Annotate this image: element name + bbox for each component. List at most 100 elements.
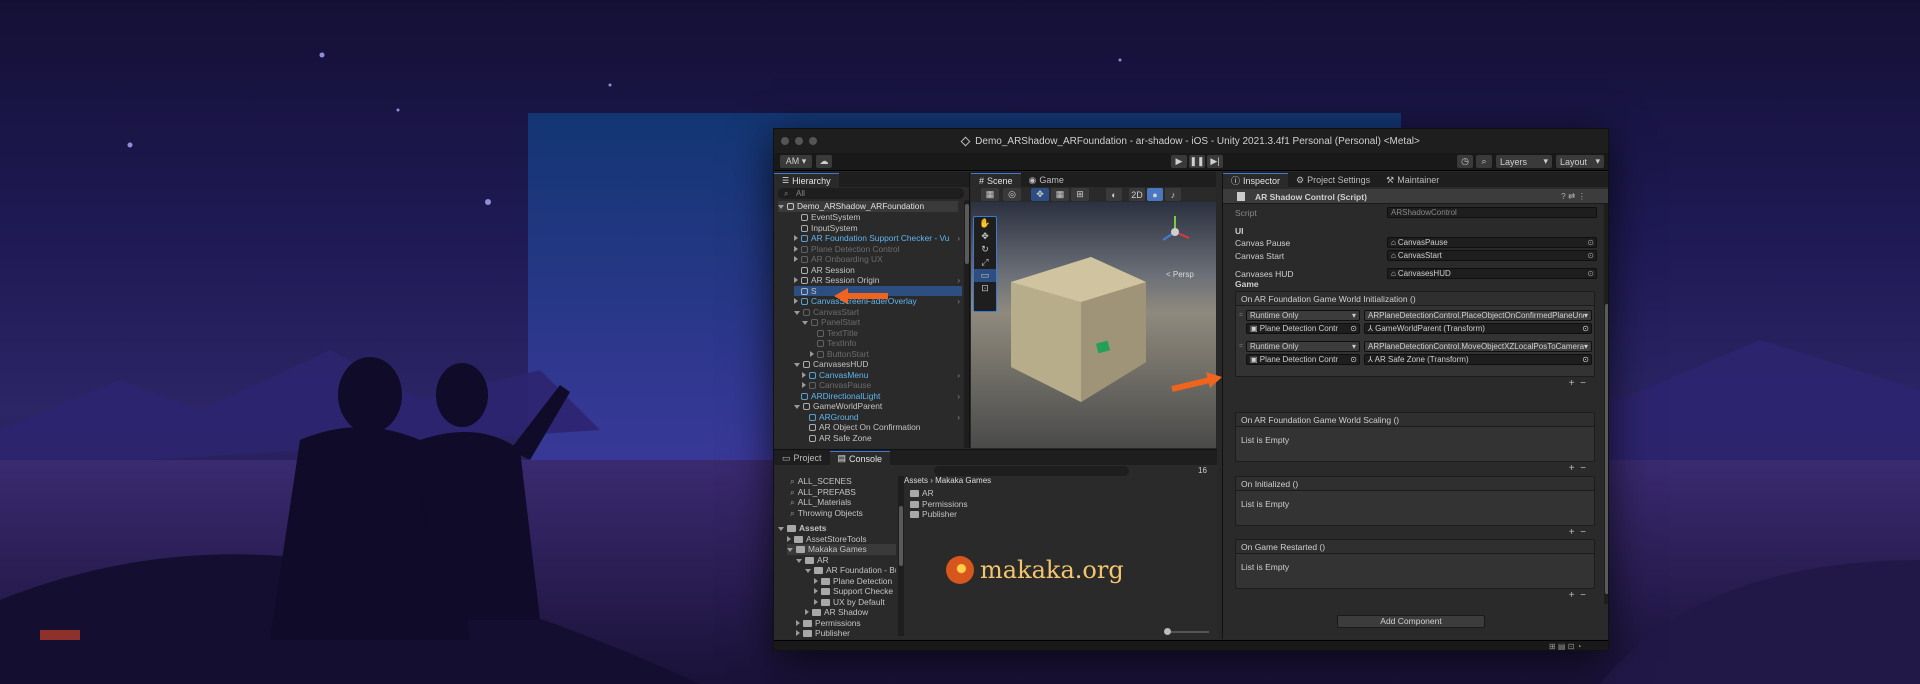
component-header[interactable]: AR Shadow Control (Script) ? ⇄ ⋮ — [1223, 189, 1608, 204]
open-prefab-chevron-icon[interactable]: › — [957, 296, 960, 307]
remove-listener-button[interactable]: − — [1580, 590, 1586, 601]
hierarchy-item[interactable]: AR Object On Confirmation — [802, 422, 962, 433]
collapsed-arrow-icon[interactable] — [810, 350, 814, 357]
project-tree-item[interactable]: UX by Default — [814, 597, 896, 608]
project-tree-scrollbar[interactable] — [898, 476, 904, 636]
layers-dropdown[interactable]: Layers ▾ — [1496, 155, 1552, 168]
tab-scene[interactable]: # Scene — [971, 173, 1021, 187]
mode-2d-button[interactable]: 2D — [1129, 188, 1145, 201]
object-picker-icon[interactable]: ⊙ — [1587, 269, 1594, 278]
tab-game[interactable]: ◉ Game — [1021, 173, 1072, 187]
expanded-arrow-icon[interactable] — [794, 405, 800, 409]
step-button[interactable]: ▶| — [1207, 155, 1223, 168]
shading-button[interactable]: ◐ — [1106, 188, 1122, 201]
hierarchy-search[interactable]: ⌕ All — [778, 188, 964, 199]
audio-button[interactable]: ♪ — [1165, 188, 1181, 201]
project-tree-item[interactable]: Support Checke — [814, 586, 896, 597]
expanded-arrow-icon[interactable] — [787, 548, 793, 552]
minimize-window-button[interactable] — [795, 137, 803, 145]
hierarchy-item[interactable]: EventSystem — [794, 212, 962, 223]
move-tool-icon[interactable]: ✥ — [974, 230, 996, 243]
collapsed-arrow-icon[interactable] — [802, 382, 806, 388]
transform-tool-icon[interactable]: ⊡ — [974, 282, 996, 295]
remove-listener-button[interactable]: − — [1580, 527, 1586, 538]
favorite-item[interactable]: ⌕ ALL_PREFABS — [790, 487, 856, 498]
asset-folder-item[interactable]: Permissions — [910, 499, 968, 510]
rect-tool-icon[interactable]: ▭ — [974, 269, 996, 282]
zoom-slider[interactable] — [1164, 628, 1209, 635]
open-prefab-chevron-icon[interactable]: › — [957, 412, 960, 423]
project-tree-item[interactable]: AR Foundation - Bu — [805, 565, 896, 576]
lighting-button[interactable]: ● — [1147, 188, 1163, 201]
expanded-arrow-icon[interactable] — [802, 321, 808, 325]
project-tree-item[interactable]: Plane Detection — [814, 576, 896, 587]
expanded-arrow-icon[interactable] — [794, 363, 800, 367]
add-listener-button[interactable]: + — [1569, 590, 1575, 601]
status-icons[interactable]: ⊞ ▤ ⊡ ◔ — [1549, 642, 1581, 650]
hierarchy-item[interactable]: AR Onboarding UX — [794, 254, 962, 265]
add-listener-button[interactable]: + — [1569, 378, 1575, 389]
hierarchy-item[interactable]: CanvasMenu › — [802, 370, 962, 381]
collapsed-arrow-icon[interactable] — [796, 619, 800, 626]
hierarchy-item[interactable]: CanvasScreenFaderOverlay › — [794, 296, 962, 307]
account-button[interactable]: AM ▾ — [780, 155, 812, 168]
function-dropdown[interactable]: ARPlaneDetectionControl.PlaceObjectOnCon… — [1364, 310, 1592, 321]
add-listener-button[interactable]: + — [1569, 463, 1575, 474]
collapsed-arrow-icon[interactable] — [814, 598, 818, 605]
snap-button[interactable]: ⊞ — [1071, 188, 1089, 201]
layout-dropdown[interactable]: Layout ▾ — [1556, 155, 1604, 168]
cloud-icon[interactable]: ☁ — [816, 155, 832, 168]
play-button[interactable]: ▶ — [1171, 155, 1187, 168]
hierarchy-item[interactable]: ARDirectionalLight › — [794, 391, 962, 402]
project-tree-item[interactable]: Permissions — [796, 618, 896, 629]
remove-listener-button[interactable]: − — [1580, 463, 1586, 474]
asset-folder-item[interactable]: Publisher — [910, 509, 957, 520]
pause-button[interactable]: ❚❚ — [1189, 155, 1205, 168]
hierarchy-item[interactable]: AR Safe Zone — [802, 433, 962, 444]
move-snap-button[interactable]: ✥ — [1031, 188, 1049, 201]
favorite-item[interactable]: ⌕ ALL_Materials — [790, 497, 851, 508]
project-tree-item[interactable]: Assets — [778, 523, 896, 534]
scene-root[interactable]: Demo_ARShadow_ARFoundation — [778, 201, 958, 212]
runtime-mode-dropdown[interactable]: Runtime Only ▾ — [1246, 310, 1360, 321]
asset-folder-item[interactable]: AR — [910, 488, 934, 499]
add-component-button[interactable]: Add Component — [1337, 615, 1485, 628]
open-prefab-chevron-icon[interactable]: › — [957, 391, 960, 402]
argument-object-field[interactable]: ⅄ AR Safe Zone (Transform) ⊙ — [1364, 354, 1592, 365]
persp-label[interactable]: < Persp — [1166, 270, 1194, 279]
tab-inspector[interactable]: ⓘ Inspector — [1223, 173, 1289, 187]
object-field[interactable]: ⌂ CanvasesHUD ⊙ — [1387, 268, 1597, 279]
object-picker-icon[interactable]: ⊙ — [1587, 251, 1594, 260]
hierarchy-item[interactable]: TextInfo — [810, 338, 962, 349]
render-mode-button[interactable]: ◎ — [1003, 188, 1021, 201]
collapsed-arrow-icon[interactable] — [794, 298, 798, 304]
collapsed-arrow-icon[interactable] — [794, 256, 798, 262]
object-field[interactable]: ⌂ CanvasPause ⊙ — [1387, 237, 1597, 248]
tab-project-settings[interactable]: ⚙ Project Settings — [1288, 173, 1378, 187]
hierarchy-item[interactable]: ARGround › — [802, 412, 962, 423]
project-search[interactable] — [934, 466, 1129, 476]
hierarchy-item[interactable]: InputSystem — [794, 223, 962, 234]
collapsed-arrow-icon[interactable] — [794, 277, 798, 283]
target-object-field[interactable]: ▣ Plane Detection Contr ⊙ — [1246, 354, 1360, 365]
collapsed-arrow-icon[interactable] — [794, 235, 798, 241]
project-tree-item[interactable]: AssetStoreTools — [787, 534, 896, 545]
hierarchy-item[interactable]: TextTitle — [810, 328, 962, 339]
collapsed-arrow-icon[interactable] — [794, 245, 798, 252]
hierarchy-item[interactable]: AR Session — [794, 265, 962, 276]
scene-viewport[interactable] — [971, 202, 1216, 448]
hand-tool-icon[interactable]: ✋ — [974, 217, 996, 230]
hierarchy-item[interactable]: Plane Detection Control — [794, 244, 962, 255]
tab-console[interactable]: ▤ Console — [829, 451, 891, 465]
object-picker-icon[interactable]: ⊙ — [1587, 238, 1594, 247]
history-icon[interactable]: ◷ — [1457, 155, 1473, 168]
collapsed-arrow-icon[interactable] — [802, 371, 806, 378]
hierarchy-item[interactable]: ButtonStart — [810, 349, 962, 360]
expanded-arrow-icon[interactable] — [796, 558, 802, 563]
favorite-item[interactable]: ⌕ Throwing Objects — [790, 508, 863, 519]
breadcrumb-makaka-games[interactable]: Makaka Games — [935, 476, 991, 485]
drag-handle-icon[interactable]: = — [1239, 312, 1243, 319]
open-prefab-chevron-icon[interactable]: › — [957, 370, 960, 381]
project-tree-item[interactable]: AR — [796, 555, 896, 566]
expanded-arrow-icon[interactable] — [805, 569, 811, 573]
